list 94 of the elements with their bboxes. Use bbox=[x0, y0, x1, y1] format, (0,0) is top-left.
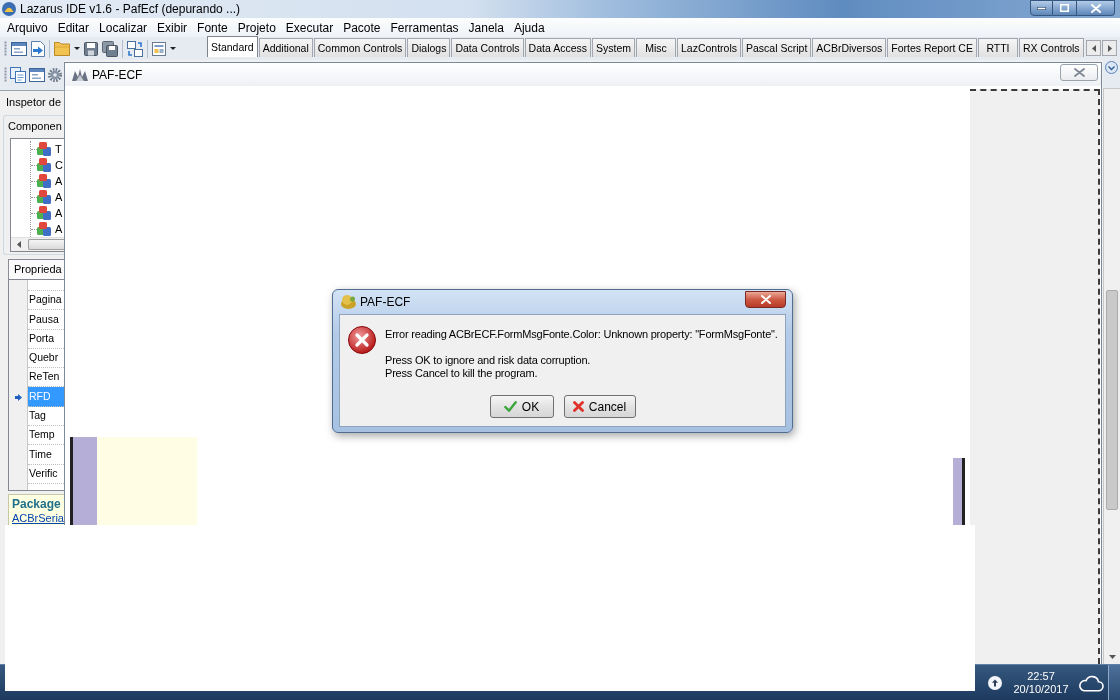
cubes-icon bbox=[37, 174, 51, 188]
palette-tab[interactable]: Standard bbox=[207, 36, 258, 57]
menu-item[interactable]: Executar bbox=[280, 18, 339, 37]
show-desktop-button[interactable] bbox=[1108, 665, 1120, 700]
tree-item[interactable]: A bbox=[55, 223, 63, 235]
menu-item[interactable]: Fonte bbox=[192, 18, 233, 37]
caret-icon[interactable] bbox=[74, 47, 80, 50]
grip-icon bbox=[4, 40, 7, 57]
menu-item[interactable]: Ferramentas bbox=[385, 18, 464, 37]
window-title: Lazarus IDE v1.6 - PafEcf (depurando ...) bbox=[20, 3, 241, 15]
copy-icon[interactable] bbox=[10, 67, 26, 83]
dialog-title: PAF-ECF bbox=[360, 296, 411, 308]
palette-tab[interactable]: Common Controls bbox=[313, 38, 407, 57]
package-link[interactable]: ACBrSeria bbox=[12, 511, 64, 525]
palette-tab[interactable]: RX Controls bbox=[1018, 38, 1084, 57]
scroll-left-button[interactable] bbox=[1086, 40, 1101, 56]
minimize-button[interactable] bbox=[1030, 0, 1053, 16]
close-button[interactable] bbox=[1077, 0, 1115, 16]
menu-item[interactable]: Projeto bbox=[232, 18, 281, 37]
window-icon[interactable] bbox=[29, 68, 45, 82]
palette-tab[interactable]: ACBrDiversos bbox=[812, 38, 887, 57]
swap-icon[interactable] bbox=[127, 40, 143, 57]
document-icon[interactable] bbox=[31, 40, 45, 57]
scroll-right-button[interactable] bbox=[1102, 40, 1117, 56]
palette-tab[interactable]: Pascal Script bbox=[742, 38, 812, 57]
restore-button[interactable] bbox=[1053, 0, 1077, 16]
panel-icon[interactable] bbox=[152, 41, 166, 56]
close-button[interactable] bbox=[745, 291, 786, 308]
app-icon bbox=[341, 295, 356, 309]
clock-date[interactable]: 20/10/2017 bbox=[1013, 682, 1069, 696]
cubes-icon bbox=[37, 158, 51, 172]
palette-tab[interactable]: LazControls bbox=[677, 38, 742, 57]
palette-tab[interactable]: RTTI bbox=[977, 38, 1018, 57]
menu-item[interactable]: Ajuda bbox=[508, 18, 550, 37]
menu-item[interactable]: Arquivo bbox=[2, 18, 53, 37]
caret-down-icon bbox=[1108, 654, 1116, 659]
message-line: Press Cancel to kill the program. bbox=[385, 367, 539, 380]
cancel-button[interactable]: Cancel bbox=[563, 395, 636, 418]
error-icon bbox=[348, 326, 376, 354]
minimize-icon bbox=[1037, 6, 1046, 10]
cubes-icon bbox=[37, 142, 51, 156]
palette-tab[interactable]: System bbox=[592, 38, 635, 57]
menu-item[interactable]: Pacote bbox=[338, 18, 386, 37]
menu-item[interactable]: Janela bbox=[463, 18, 509, 37]
save-icon[interactable] bbox=[84, 41, 98, 56]
cloud-upload-icon[interactable] bbox=[988, 675, 1002, 690]
palette-tab[interactable]: Data Controls bbox=[451, 38, 524, 57]
window-icon[interactable] bbox=[11, 41, 27, 56]
grip-icon bbox=[4, 67, 7, 83]
clock-time[interactable]: 22:57 bbox=[1027, 669, 1055, 683]
scrollbar-thumb[interactable] bbox=[1106, 290, 1118, 510]
tree-item[interactable]: C bbox=[55, 159, 63, 171]
menu-item[interactable]: Exibir bbox=[152, 18, 193, 37]
tree-item[interactable]: A bbox=[55, 207, 63, 219]
panel-title: Inspetor de bbox=[5, 95, 63, 111]
package-label: Package bbox=[12, 497, 62, 511]
divider-strip bbox=[953, 458, 965, 525]
message-line: Press OK to ignore and risk data corruption. bbox=[385, 354, 592, 367]
properties-tab[interactable]: Proprieda bbox=[8, 259, 64, 279]
caret-left-icon bbox=[1091, 44, 1096, 52]
cross-icon bbox=[572, 401, 584, 412]
tree-item[interactable]: A bbox=[55, 191, 63, 203]
close-icon bbox=[1090, 3, 1101, 13]
cubes-icon bbox=[37, 206, 51, 220]
check-icon bbox=[503, 401, 517, 412]
error-message: Error reading ACBrECF.FormMsgFonte.Color: Unknown property: "FormMsgFonte". bbox=[385, 328, 778, 341]
close-icon bbox=[760, 295, 771, 304]
app-icon bbox=[72, 68, 88, 81]
cloud-icon[interactable] bbox=[1078, 673, 1104, 692]
form-title: PAF-ECF bbox=[92, 68, 143, 81]
palette-tab[interactable]: Dialogs bbox=[407, 38, 451, 57]
scrollbar-thumb[interactable] bbox=[28, 239, 64, 250]
palette-tab[interactable]: Misc bbox=[636, 38, 676, 57]
dropdown-icon[interactable] bbox=[1105, 61, 1118, 74]
caret-left-icon bbox=[17, 241, 21, 248]
restore-icon bbox=[1060, 4, 1069, 12]
tree-item[interactable]: T bbox=[55, 143, 62, 155]
palette-tab[interactable]: Data Access bbox=[524, 38, 591, 57]
close-icon bbox=[1073, 68, 1085, 77]
floppy-stack-icon[interactable] bbox=[102, 40, 118, 57]
arrow-right-icon bbox=[14, 393, 22, 401]
cubes-icon bbox=[37, 190, 51, 204]
cubes-icon bbox=[37, 222, 51, 236]
app-icon bbox=[2, 2, 16, 16]
palette-tab[interactable]: Additional bbox=[258, 38, 313, 57]
ok-button[interactable]: OK bbox=[489, 395, 554, 418]
gear-icon[interactable] bbox=[48, 68, 62, 82]
group-label: Componen bbox=[7, 118, 63, 134]
tree-item[interactable]: A bbox=[55, 175, 63, 187]
caret-icon[interactable] bbox=[170, 47, 176, 50]
palette-tab[interactable]: Fortes Report CE bbox=[887, 38, 977, 57]
menu-item[interactable]: Localizar bbox=[94, 18, 153, 37]
menu-item[interactable]: Editar bbox=[52, 18, 95, 37]
caret-right-icon bbox=[1107, 44, 1112, 52]
